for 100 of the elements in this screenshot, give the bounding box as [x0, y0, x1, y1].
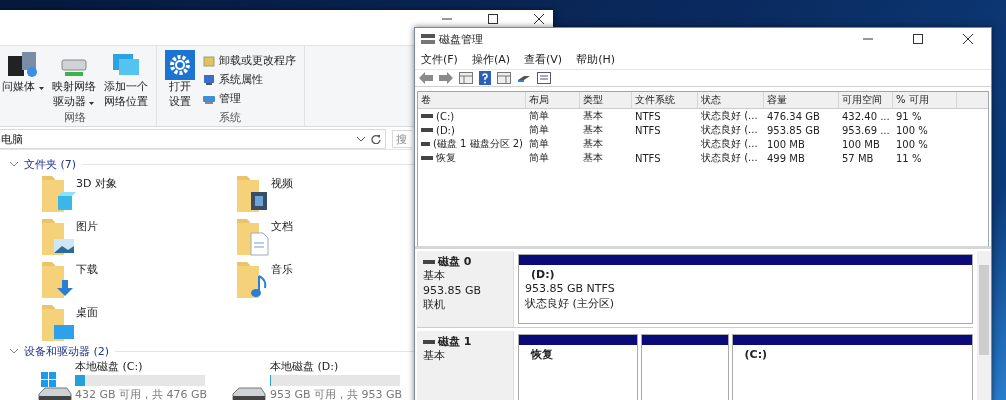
close-icon [963, 34, 973, 44]
search-field[interactable]: 搜 [392, 130, 412, 148]
minimize-icon [863, 38, 873, 40]
column-header[interactable]: 卷 [418, 92, 526, 109]
table-cell: NTFS [635, 124, 661, 136]
drive-space-text: 432 GB 可用，共 476 GB [75, 387, 205, 400]
disk-name: 磁盘 1 [438, 335, 472, 350]
menu-item[interactable]: 帮助(H) [576, 52, 615, 67]
maximize-icon [913, 34, 923, 44]
folder-name[interactable]: 图片 [76, 215, 98, 234]
table-cell: 100 % [896, 124, 928, 136]
menu-item[interactable]: 查看(V) [524, 52, 563, 67]
drive-name[interactable]: 本地磁盘 (C:) [75, 359, 205, 374]
table-cell: 953.85 GB [767, 124, 820, 136]
disk-info: 953.85 GB [423, 283, 482, 297]
table-cell: 简单 [529, 137, 549, 152]
chevron-icon[interactable] [10, 160, 18, 168]
table-cell: 状态良好 (... [701, 109, 758, 124]
table-cell: (C:) [436, 110, 455, 122]
disk-management-icon [421, 33, 435, 45]
column-header[interactable]: 可用空间 [839, 92, 893, 109]
table-cell: 91 % [896, 110, 922, 122]
back-arrow-icon[interactable] [419, 72, 433, 85]
disk-info: 基本 [423, 349, 445, 363]
hard-drive-icon [232, 387, 266, 400]
table-cell: 432.40 ... [842, 110, 890, 122]
program-box-icon [202, 54, 215, 67]
table-cell: 基本 [583, 151, 603, 166]
section-header[interactable]: 设备和驱动器 (2) [24, 343, 110, 359]
partition[interactable] [640, 334, 729, 400]
column-header[interactable]: 类型 [580, 92, 632, 109]
table-cell: 100 % [896, 138, 928, 150]
table-cell: 100 MB [842, 138, 880, 150]
table-cell: 476.34 GB [767, 110, 820, 122]
table-cell: (磁盘 1 磁盘分区 2) [432, 137, 523, 152]
drive-space-text: 953 GB 可用，共 953 GB [270, 387, 400, 400]
close-icon [534, 14, 544, 24]
partition-info: 状态良好 (主分区) [525, 296, 615, 310]
table-cell: 状态良好 (... [701, 151, 758, 166]
folder-name[interactable]: 音乐 [271, 258, 293, 277]
group-label: 网络 [62, 109, 87, 126]
table-cell: 11 % [896, 152, 922, 164]
table-cell: 57 MB [842, 152, 874, 164]
column-header[interactable]: 文件系统 [632, 92, 698, 109]
minimize-icon [442, 18, 452, 20]
column-header[interactable]: 容量 [764, 92, 839, 109]
table-cell: 基本 [583, 137, 603, 152]
column-header[interactable]: 状态 [698, 92, 764, 109]
dropdown-icon [89, 101, 95, 105]
partition[interactable]: 恢复 [518, 334, 638, 400]
chevron-icon[interactable] [10, 347, 18, 355]
menu-item[interactable]: 操作(A) [471, 52, 511, 67]
table-cell: 简单 [529, 109, 549, 124]
column-header[interactable]: % 可用 [893, 92, 957, 109]
table-cell: 恢复 [436, 151, 456, 166]
ribbon-button[interactable]: 打开 设置 [162, 50, 197, 110]
dropdown-icon [38, 87, 44, 90]
ribbon-link-button[interactable]: 卸载或更改程序 [200, 52, 298, 69]
folder-name[interactable]: 文档 [271, 215, 293, 234]
partition-name: 恢复 [531, 348, 553, 361]
folder-name[interactable]: 桌面 [76, 301, 98, 320]
partition[interactable]: (C:) [731, 334, 973, 400]
computer-icon [202, 73, 215, 86]
drive-name[interactable]: 本地磁盘 (D:) [270, 359, 400, 374]
ribbon-link-button[interactable]: 系统属性 [200, 71, 298, 88]
table-cell: 状态良好 (... [701, 123, 758, 138]
table-cell: 状态良好 (... [701, 137, 758, 152]
panel-icon[interactable] [497, 72, 511, 85]
ribbon-button[interactable]: 问媒体 [0, 50, 46, 110]
maximize-icon [488, 14, 498, 24]
folder-name[interactable]: 3D 对象 [76, 172, 117, 191]
help-icon[interactable] [479, 71, 491, 86]
partition[interactable]: (D:) 953.85 GB NTFS 状态良好 (主分区) [518, 254, 973, 324]
scrollbar[interactable] [977, 251, 991, 400]
table-cell: NTFS [635, 152, 661, 164]
partition-info: 953.85 GB NTFS [525, 282, 615, 296]
disk-name: 磁盘 0 [438, 255, 472, 270]
list-window-icon[interactable] [537, 72, 551, 85]
forward-arrow-icon[interactable] [439, 72, 453, 85]
partition-name: (D:) [531, 268, 555, 281]
table-cell: (D:) [436, 124, 455, 136]
partition-name: (C:) [744, 348, 768, 361]
ribbon-button[interactable]: 添加一个 网络位置 [101, 50, 150, 110]
settings-icon [164, 50, 195, 80]
table-cell: 简单 [529, 123, 549, 138]
section-header[interactable]: 文件夹 (7) [24, 156, 77, 172]
ribbon-link-button[interactable]: 管理 [200, 90, 298, 107]
chevron-down-icon[interactable] [357, 136, 365, 142]
folder-name[interactable]: 下载 [76, 258, 98, 277]
window-title: 磁盘管理 [439, 31, 483, 47]
table-cell: 953.69 ... [842, 124, 890, 136]
media-device-icon [7, 50, 38, 80]
table-cell: 499 MB [767, 152, 805, 164]
refresh-icon[interactable] [371, 134, 381, 144]
address-bar[interactable]: 电脑 [0, 129, 386, 149]
column-header[interactable]: 布局 [526, 92, 580, 109]
folder-name[interactable]: 视频 [271, 172, 293, 191]
panel-icon[interactable] [459, 72, 473, 85]
menu-item[interactable]: 文件(F) [421, 52, 458, 67]
ribbon-button[interactable]: 映射网络 驱动器 [49, 50, 98, 110]
